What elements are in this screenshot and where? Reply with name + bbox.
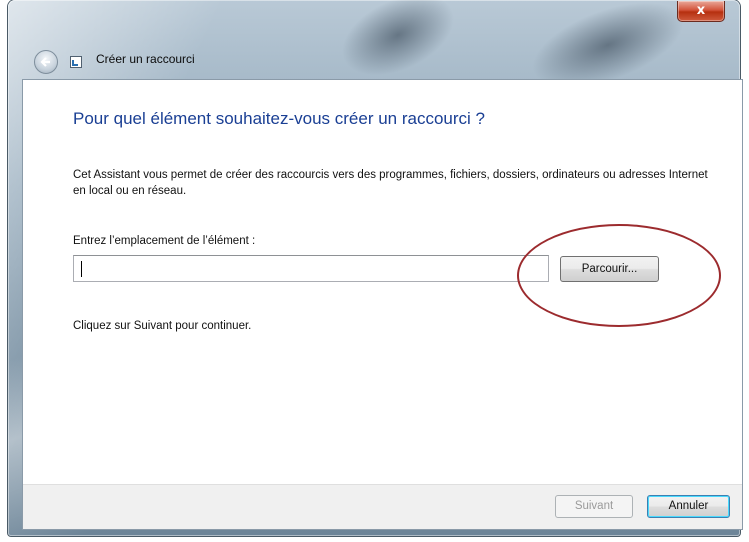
back-arrow-icon [40, 57, 50, 67]
window-frame: x Créer un raccourci Pour quel élément s… [8, 0, 743, 536]
next-button[interactable]: Suivant [555, 495, 633, 518]
close-icon: x [696, 3, 706, 18]
text-caret [81, 261, 82, 277]
description-text: Cet Assistant vous permet de créer des r… [73, 169, 708, 197]
shortcut-icon [70, 56, 82, 68]
close-button[interactable]: x [677, 1, 725, 22]
page-heading: Pour quel élément souhaitez-vous créer u… [73, 109, 485, 128]
wizard-content: Pour quel élément souhaitez-vous créer u… [22, 79, 743, 530]
footer-bar: Suivant Annuler [23, 484, 742, 529]
location-input[interactable] [73, 255, 549, 282]
window-title: Créer un raccourci [96, 52, 195, 66]
cancel-button[interactable]: Annuler [647, 495, 730, 518]
location-label: Entrez l’emplacement de l’élément : [73, 235, 256, 247]
highlight-circle [517, 224, 721, 327]
back-button[interactable] [34, 50, 58, 74]
continue-instruction: Cliquez sur Suivant pour continuer. [73, 320, 252, 332]
